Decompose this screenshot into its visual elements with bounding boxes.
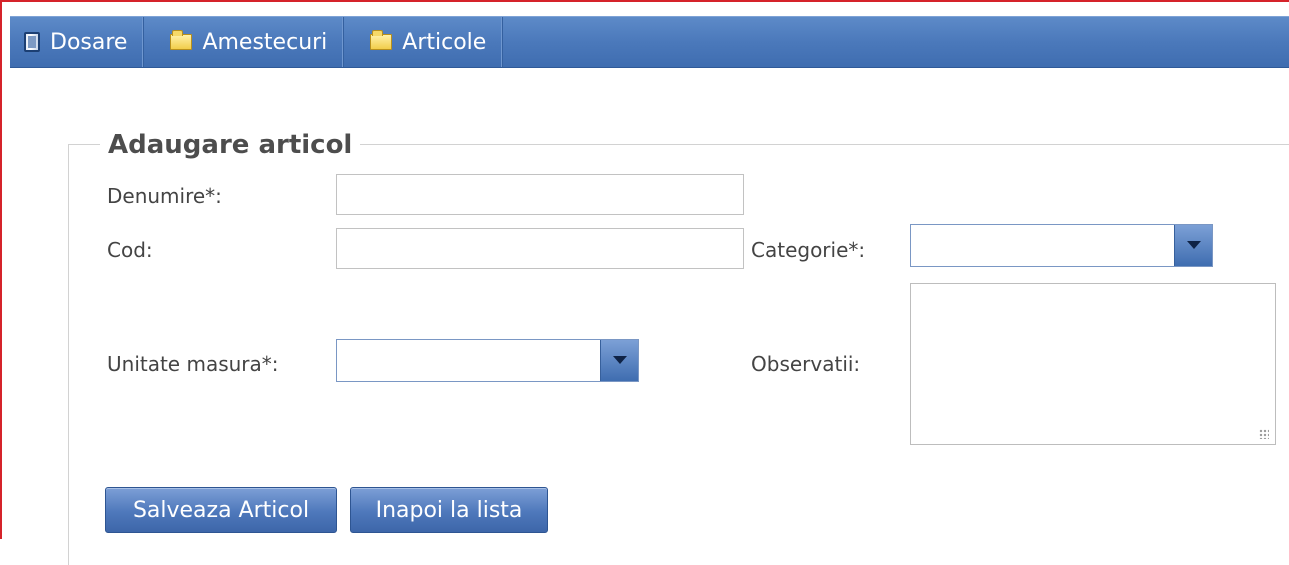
book-icon (24, 32, 40, 52)
toolbar-dosare-label: Dosare (50, 29, 128, 55)
toolbar-amestecuri-button[interactable]: Amestecuri (144, 17, 345, 67)
categorie-label: Categorie*: (751, 238, 866, 262)
folder-icon (170, 30, 193, 50)
cod-input[interactable] (336, 228, 744, 269)
toolbar-amestecuri-label: Amestecuri (202, 29, 328, 55)
toolbar-dosare-button[interactable]: Dosare (10, 17, 145, 67)
chevron-down-icon[interactable] (600, 340, 638, 381)
unitate-masura-select[interactable] (336, 339, 639, 382)
window-frame: Dosare Amestecuri Articole Adaugare arti… (0, 0, 1289, 565)
observatii-textarea[interactable] (910, 283, 1276, 445)
categorie-select[interactable] (910, 224, 1213, 267)
resize-grip-icon[interactable] (1259, 429, 1269, 439)
form-title: Adaugare articol (100, 130, 361, 160)
back-to-list-button[interactable]: Inapoi la lista (350, 487, 548, 533)
chevron-down-icon[interactable] (1174, 225, 1212, 266)
toolbar-articole-label: Articole (402, 29, 487, 55)
main-toolbar: Dosare Amestecuri Articole (10, 16, 1289, 68)
denumire-input[interactable] (336, 174, 744, 215)
denumire-label: Denumire*: (107, 184, 222, 208)
save-article-button[interactable]: Salveaza Articol (105, 487, 337, 533)
folder-icon (370, 30, 393, 50)
toolbar-articole-button[interactable]: Articole (344, 17, 504, 67)
cod-label: Cod: (107, 238, 153, 262)
observatii-label: Observatii: (751, 352, 861, 376)
unitate-masura-label: Unitate masura*: (107, 352, 279, 376)
